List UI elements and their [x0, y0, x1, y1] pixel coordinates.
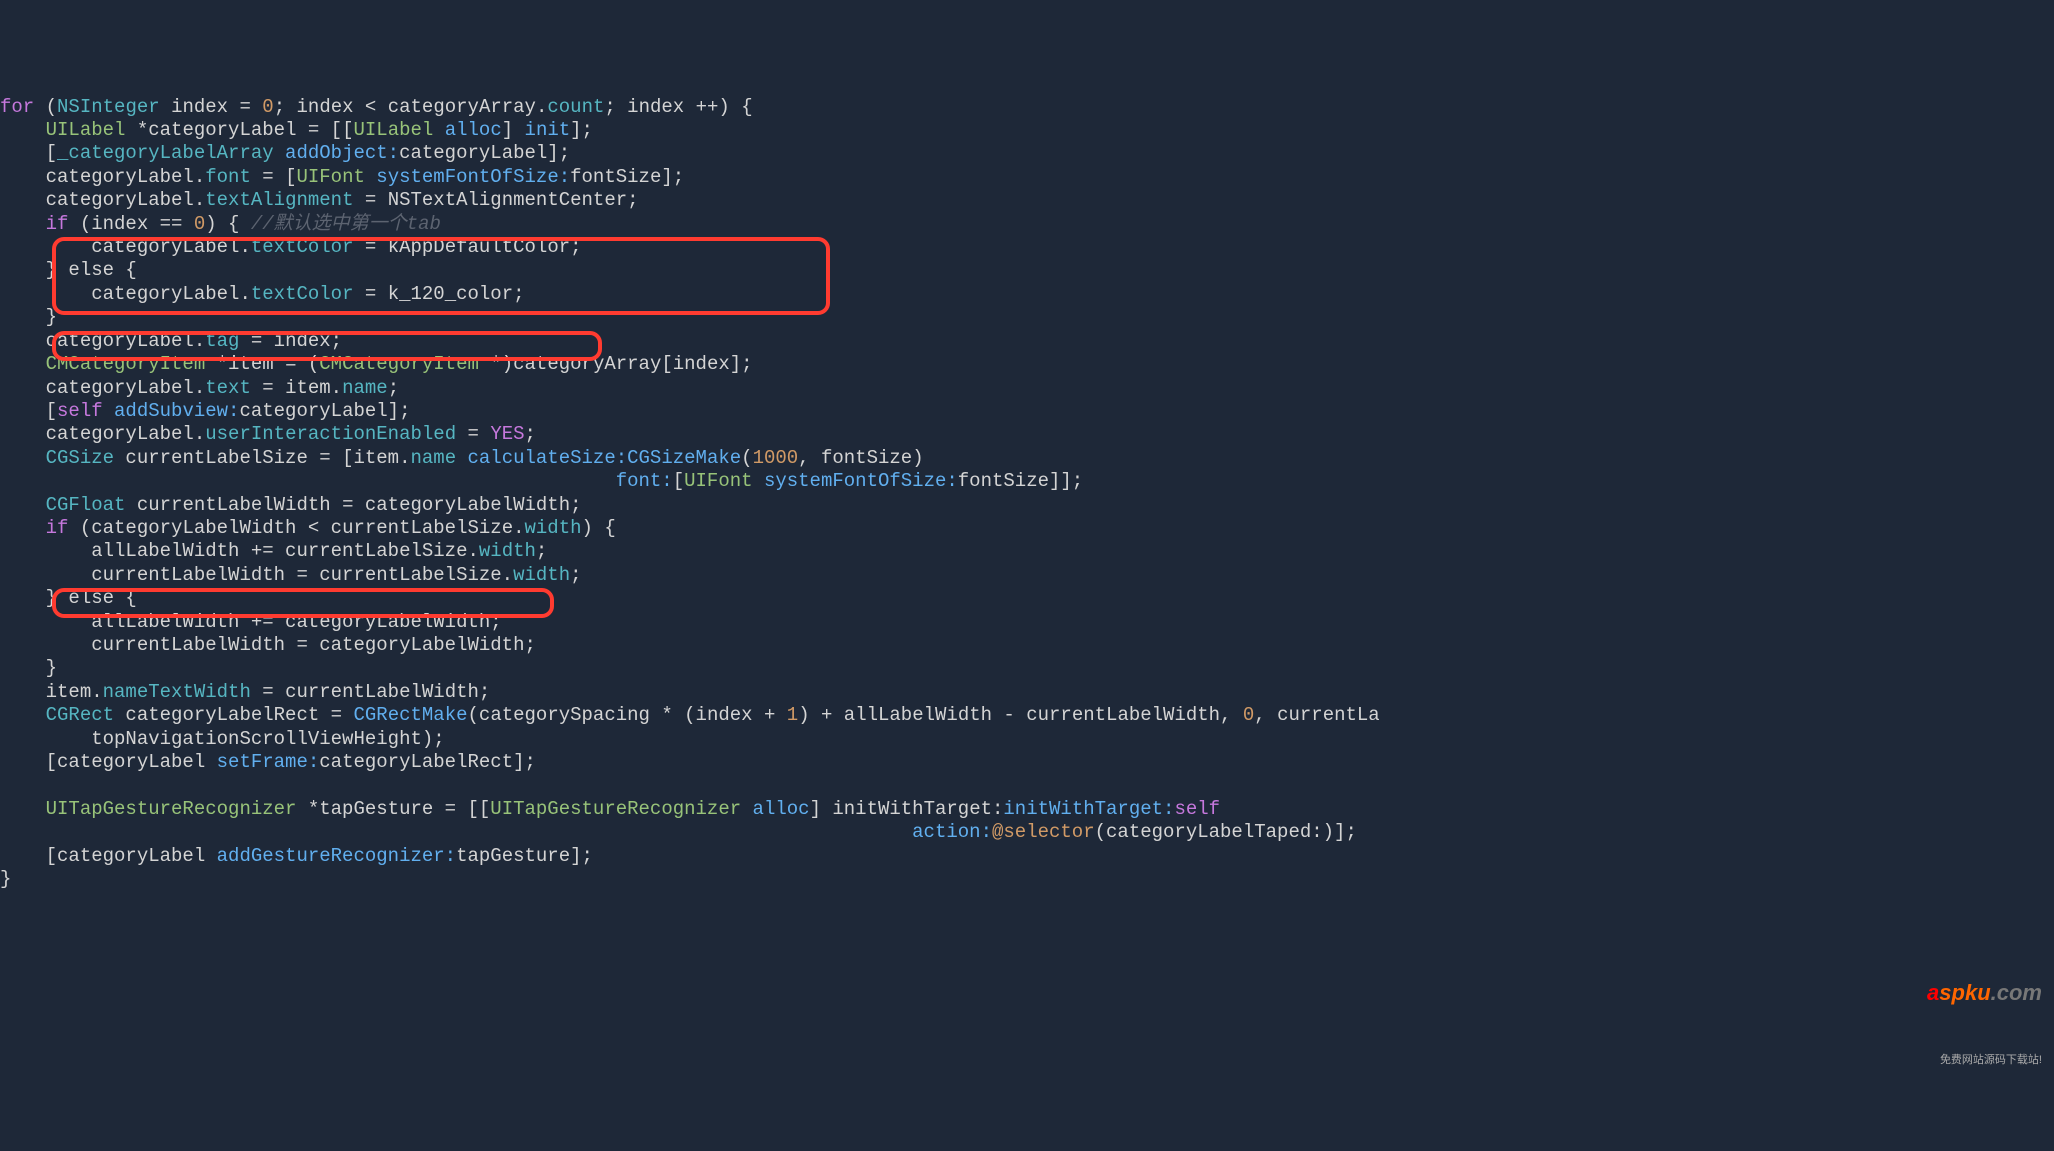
- code-line: [_categoryLabelArray addObject:categoryL…: [0, 142, 570, 164]
- code-line: if (categoryLabelWidth < currentLabelSiz…: [0, 517, 616, 539]
- code-line: [categoryLabel setFrame:categoryLabelRec…: [0, 751, 536, 773]
- code-line: action:@selector(categoryLabelTaped:)];: [0, 821, 1357, 843]
- code-line: CMCategoryItem *item = (CMCategoryItem *…: [0, 353, 753, 375]
- code-line: }: [0, 306, 57, 328]
- code-line: if (index == 0) { //默认选中第一个tab: [0, 213, 441, 235]
- code-line: categoryLabel.textAlignment = NSTextAlig…: [0, 189, 639, 211]
- code-line: categoryLabel.tag = index;: [0, 330, 342, 352]
- code-line: categoryLabel.userInteractionEnabled = Y…: [0, 423, 536, 445]
- code-line: currentLabelWidth = currentLabelSize.wid…: [0, 564, 582, 586]
- code-line: font:[UIFont systemFontOfSize:fontSize]]…: [0, 470, 1083, 492]
- watermark: aspku.com 免费网站源码下载站!: [1927, 934, 2042, 1096]
- code-line: [0, 774, 46, 796]
- code-line: item.nameTextWidth = currentLabelWidth;: [0, 681, 490, 703]
- code-line: allLabelWidth += categoryLabelWidth;: [0, 611, 502, 633]
- code-line: }: [0, 868, 11, 890]
- code-line: categoryLabel.textColor = kAppDefaultCol…: [0, 236, 582, 258]
- code-line: topNavigationScrollViewHeight);: [0, 728, 445, 750]
- code-line: for (NSInteger index = 0; index < catego…: [0, 96, 753, 118]
- code-line: [self addSubview:categoryLabel];: [0, 400, 410, 422]
- code-line: currentLabelWidth = categoryLabelWidth;: [0, 634, 536, 656]
- code-line: allLabelWidth += currentLabelSize.width;: [0, 540, 547, 562]
- code-line: categoryLabel.textColor = k_120_color;: [0, 283, 525, 305]
- code-line: categoryLabel.font = [UIFont systemFontO…: [0, 166, 684, 188]
- code-line: CGFloat currentLabelWidth = categoryLabe…: [0, 494, 582, 516]
- code-line: CGSize currentLabelSize = [item.name cal…: [0, 447, 924, 469]
- code-line: } else {: [0, 587, 137, 609]
- code-line: UITapGestureRecognizer *tapGesture = [[U…: [0, 798, 1220, 820]
- code-line: [categoryLabel addGestureRecognizer:tapG…: [0, 845, 593, 867]
- code-line: UILabel *categoryLabel = [[UILabel alloc…: [0, 119, 593, 141]
- code-line: CGRect categoryLabelRect = CGRectMake(ca…: [0, 704, 1380, 726]
- code-line: }: [0, 657, 57, 679]
- code-editor[interactable]: for (NSInteger index = 0; index < catego…: [0, 96, 2054, 892]
- code-line: } else {: [0, 259, 137, 281]
- code-line: categoryLabel.text = item.name;: [0, 377, 399, 399]
